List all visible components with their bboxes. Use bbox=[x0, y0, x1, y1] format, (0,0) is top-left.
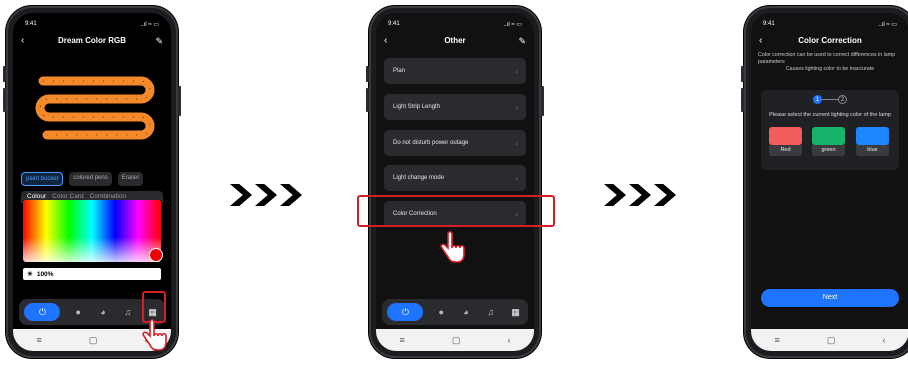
top-bar: ‹ Color Correction bbox=[751, 33, 908, 49]
chevron-right-icon: › bbox=[515, 102, 518, 112]
grid-icon[interactable]: ▦ bbox=[509, 305, 523, 319]
menu-icon[interactable]: ≡ bbox=[400, 335, 405, 345]
color-palette[interactable] bbox=[23, 200, 163, 262]
nav-back-icon[interactable]: ‹ bbox=[507, 335, 510, 345]
tool-eraser[interactable]: Eraser bbox=[117, 172, 144, 186]
tool-row: paint bucket colored pens Eraser bbox=[21, 172, 163, 186]
volume-button bbox=[3, 66, 6, 82]
list-item-do-not-disturb[interactable]: Do not disturb power outage › bbox=[384, 130, 526, 156]
power-icon: ⏻ bbox=[401, 306, 409, 317]
chevron-right-icon: › bbox=[515, 66, 518, 76]
control-bar: ⏻ ● ◕ ♫ ▦ bbox=[382, 299, 528, 325]
music-icon[interactable]: ♫ bbox=[121, 305, 135, 319]
page-title: Dream Color RGB bbox=[57, 36, 126, 45]
color-picker-knob[interactable] bbox=[149, 248, 163, 262]
step-connector bbox=[822, 99, 838, 100]
home-icon[interactable]: ▢ bbox=[452, 335, 461, 346]
description-line-2: Causes lighting color to be inaccurate bbox=[785, 66, 875, 72]
menu-icon[interactable]: ≡ bbox=[37, 335, 42, 345]
list-item-label: Do not disturb power outage bbox=[393, 140, 469, 146]
tool-paint-bucket[interactable]: paint bucket bbox=[21, 172, 64, 186]
next-step-arrows bbox=[604, 184, 676, 206]
list-item-label: Plan bbox=[393, 68, 406, 74]
back-icon[interactable]: ‹ bbox=[21, 33, 24, 49]
nav-back-icon[interactable]: ‹ bbox=[882, 335, 885, 345]
swatch-blue[interactable] bbox=[856, 127, 889, 145]
power-side-button bbox=[178, 86, 181, 116]
list-item-light-strip-length[interactable]: Light Strip Length › bbox=[384, 94, 526, 120]
status-time: 9:41 bbox=[388, 21, 400, 27]
step-2: 2 bbox=[838, 95, 847, 104]
screen: 9:41 ..ıl ≈ ▭ ‹ Other ✎ Plan › Light Str… bbox=[376, 13, 534, 351]
menu-icon[interactable]: ≡ bbox=[775, 335, 780, 345]
status-icons: ..ıl ≈ ▭ bbox=[503, 22, 522, 28]
edit-icon[interactable]: ✎ bbox=[518, 33, 526, 49]
list-item-plan[interactable]: Plan › bbox=[384, 58, 526, 84]
power-icon: ⏻ bbox=[38, 306, 46, 317]
sun-icon: ☀ bbox=[27, 271, 33, 278]
swatch-green[interactable] bbox=[812, 127, 845, 145]
brightness-slider[interactable]: ☀ 100% bbox=[23, 268, 161, 280]
power-button[interactable]: ⏻ bbox=[24, 303, 61, 321]
next-button[interactable]: Next bbox=[761, 289, 899, 307]
chevron-right-icon: › bbox=[515, 138, 518, 148]
phone-other: 9:41 ..ıl ≈ ▭ ‹ Other ✎ Plan › Light Str… bbox=[366, 6, 544, 358]
bulb-icon[interactable]: ● bbox=[71, 305, 85, 319]
swatch-red[interactable] bbox=[769, 127, 802, 145]
android-nav-bar: ≡ ▢ ‹ bbox=[751, 329, 908, 351]
music-icon[interactable]: ♫ bbox=[484, 305, 498, 319]
volume-button bbox=[3, 88, 6, 112]
chevron-right-icon: › bbox=[515, 173, 518, 183]
color-prompt: Please select the current lighting color… bbox=[769, 112, 891, 118]
hand-pointer-icon bbox=[142, 318, 167, 351]
step-indicator: 1 2 bbox=[761, 95, 899, 104]
phone-color-correction: 9:41 ..ıl ≈ ▭ ‹ Color Correction Color c… bbox=[741, 6, 908, 358]
android-nav-bar: ≡ ▢ ‹ bbox=[376, 329, 534, 351]
palette-icon[interactable]: ◕ bbox=[459, 305, 473, 319]
description-line: Color correction can be used to correct … bbox=[758, 52, 896, 65]
status-time: 9:41 bbox=[763, 21, 775, 27]
home-icon[interactable]: ▢ bbox=[827, 335, 836, 346]
brightness-value: 100% bbox=[36, 270, 54, 278]
next-step-arrows bbox=[230, 184, 302, 206]
status-bar: 9:41 ..ıl ≈ ▭ bbox=[25, 21, 159, 31]
highlight-box-color-correction bbox=[357, 195, 555, 227]
page-title: Color Correction bbox=[798, 36, 862, 45]
volume-button bbox=[741, 66, 744, 82]
status-time: 9:41 bbox=[25, 21, 37, 27]
volume-button bbox=[741, 88, 744, 112]
status-icons: ..ıl ≈ ▭ bbox=[140, 22, 159, 28]
palette-icon[interactable]: ◕ bbox=[96, 305, 110, 319]
list-item-label: Light Strip Length bbox=[393, 104, 441, 110]
volume-button bbox=[366, 66, 369, 82]
power-button[interactable]: ⏻ bbox=[387, 303, 424, 321]
color-selection-card: 1 2 Please select the current lighting c… bbox=[761, 90, 899, 170]
list-item-label: Light change mode bbox=[393, 175, 445, 181]
power-side-button bbox=[541, 86, 544, 116]
back-icon[interactable]: ‹ bbox=[759, 33, 762, 49]
description: Color correction can be used to correct … bbox=[758, 52, 902, 73]
swatch-label-blue[interactable]: blue bbox=[856, 145, 889, 156]
tool-colored-pens[interactable]: colored pens bbox=[69, 172, 112, 186]
back-icon[interactable]: ‹ bbox=[384, 33, 387, 49]
swatch-label-green[interactable]: green bbox=[812, 145, 845, 156]
volume-button bbox=[366, 88, 369, 112]
swatch-label-red[interactable]: Red bbox=[769, 145, 802, 156]
bulb-icon[interactable]: ● bbox=[434, 305, 448, 319]
screen: 9:41 ..ıl ≈ ▭ ‹ Color Correction Color c… bbox=[751, 13, 908, 351]
status-bar: 9:41 ..ıl ≈ ▭ bbox=[388, 21, 522, 31]
hand-pointer-icon bbox=[440, 230, 465, 263]
status-icons: ..ıl ≈ ▭ bbox=[878, 22, 897, 28]
top-bar: ‹ Other ✎ bbox=[376, 33, 534, 49]
edit-icon[interactable]: ✎ bbox=[155, 33, 163, 49]
page-title: Other bbox=[444, 36, 466, 45]
step-1: 1 bbox=[813, 95, 822, 104]
list-item-light-change-mode[interactable]: Light change mode › bbox=[384, 165, 526, 191]
top-bar: ‹ Dream Color RGB ✎ bbox=[13, 33, 171, 49]
status-bar: 9:41 ..ıl ≈ ▭ bbox=[763, 21, 897, 31]
home-icon[interactable]: ▢ bbox=[89, 335, 98, 346]
light-strip-preview bbox=[35, 76, 155, 140]
